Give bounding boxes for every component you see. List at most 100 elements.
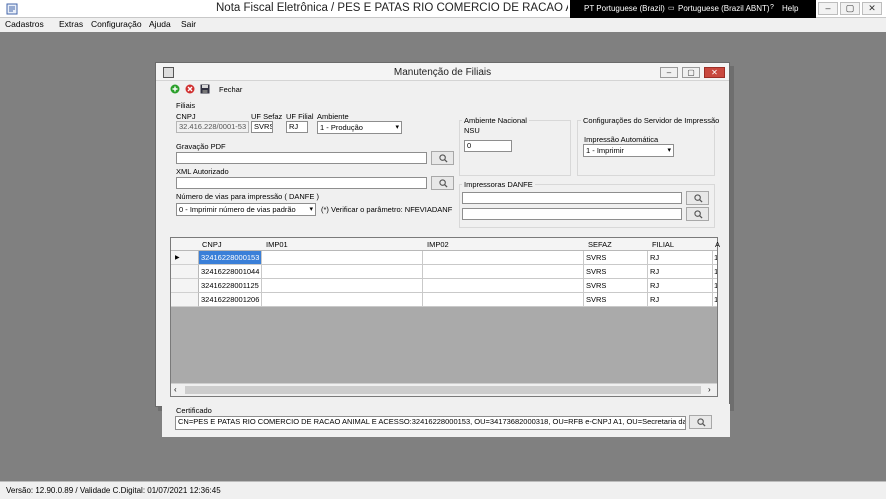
cell-imp02[interactable]	[423, 293, 584, 306]
cell-sefaz[interactable]: SVRS	[584, 251, 648, 264]
scroll-right-icon[interactable]: ›	[708, 385, 711, 394]
cell-extra[interactable]: 1	[713, 251, 717, 264]
gravacao-pdf-label: Gravação PDF	[176, 142, 226, 151]
row-header[interactable]: ▶	[171, 251, 199, 265]
menu-extras[interactable]: Extras	[59, 19, 83, 29]
uf-filial-field[interactable]: RJ	[286, 121, 308, 133]
dialog-maximize-button[interactable]: ▢	[682, 67, 700, 78]
printer-1-search-button[interactable]	[686, 191, 709, 205]
table-row[interactable]: 32416228001125 SVRS RJ 1	[199, 279, 717, 293]
filiais-grid[interactable]: CNPJ IMP01 IMP02 SEFAZ FILIAL A ▶ 324162…	[170, 237, 720, 397]
cell-filial[interactable]: RJ	[648, 251, 713, 264]
cell-filial[interactable]: RJ	[648, 293, 713, 306]
menu-sair[interactable]: Sair	[181, 19, 196, 29]
cell-extra[interactable]: 1	[713, 293, 717, 306]
row-header[interactable]	[171, 265, 199, 279]
cell-cnpj[interactable]: 32416228001044	[199, 265, 262, 278]
dialog-minimize-button[interactable]: –	[660, 67, 678, 78]
dialog-title: Manutenção de Filiais	[393, 67, 492, 78]
printer-1-field[interactable]	[462, 192, 682, 204]
cell-imp02[interactable]	[423, 279, 584, 292]
table-row[interactable]: 32416228001206 SVRS RJ 1	[199, 293, 717, 307]
row-header[interactable]	[171, 293, 199, 307]
cell-imp02[interactable]	[423, 265, 584, 278]
column-header-filial[interactable]: FILIAL	[652, 240, 674, 249]
ambiente-nacional-title: Ambiente Nacional	[462, 116, 529, 125]
scroll-left-icon[interactable]: ‹	[174, 385, 177, 394]
close-button[interactable]: ✕	[862, 2, 882, 15]
cancel-icon[interactable]	[185, 84, 195, 94]
column-header-imp01[interactable]: IMP01	[266, 240, 288, 249]
xml-search-button[interactable]	[431, 176, 454, 190]
cnpj-field[interactable]: 32.416.228/0001-53	[176, 121, 249, 133]
xml-autorizado-field[interactable]	[176, 177, 427, 189]
cell-imp01[interactable]	[262, 293, 423, 306]
cell-extra[interactable]: 1	[713, 279, 717, 292]
scroll-thumb[interactable]	[185, 386, 701, 394]
add-icon[interactable]	[170, 84, 180, 94]
fechar-button[interactable]: Fechar	[219, 85, 242, 94]
current-row-indicator: ▶	[175, 255, 180, 261]
grid-header: CNPJ IMP01 IMP02 SEFAZ FILIAL A	[171, 238, 720, 251]
chevron-down-icon: ▾	[395, 124, 399, 131]
language-bar: PT Portuguese (Brazil) ▭ Portuguese (Bra…	[570, 0, 816, 18]
certificado-field[interactable]: CN=PES E PATAS RIO COMERCIO DE RACAO ANI…	[175, 416, 686, 430]
ambiente-label: Ambiente	[317, 112, 349, 121]
cell-imp01[interactable]	[262, 251, 423, 264]
dialog-close-button[interactable]: ✕	[704, 67, 725, 78]
column-header-sefaz[interactable]: SEFAZ	[588, 240, 612, 249]
vias-select[interactable]: 0 - Imprimir número de vias padrão ▾	[176, 203, 316, 216]
menu-cadastros[interactable]: Cadastros	[5, 19, 44, 29]
cell-sefaz[interactable]: SVRS	[584, 265, 648, 278]
cell-imp02[interactable]	[423, 251, 584, 264]
gravacao-search-button[interactable]	[431, 151, 454, 165]
column-header-cnpj[interactable]: CNPJ	[202, 240, 222, 249]
cell-imp01[interactable]	[262, 265, 423, 278]
certificado-search-button[interactable]	[689, 415, 712, 429]
impressao-automatica-select[interactable]: 1 - Imprimir ▾	[583, 144, 674, 157]
search-icon	[694, 194, 703, 203]
menu-ajuda[interactable]: Ajuda	[149, 19, 171, 29]
row-header[interactable]	[171, 279, 199, 293]
status-bar: Versão: 12.90.0.89 / Validade C.Digital:…	[0, 481, 886, 499]
save-icon[interactable]	[200, 84, 210, 94]
table-row[interactable]: 32416228001044 SVRS RJ 1	[199, 265, 717, 279]
keyboard-icon: ▭	[668, 5, 675, 12]
grid-horizontal-scrollbar[interactable]: ‹ ›	[171, 383, 717, 396]
cell-imp01[interactable]	[262, 279, 423, 292]
help-circle-icon: ?	[770, 4, 774, 11]
printer-2-search-button[interactable]	[686, 207, 709, 221]
cnpj-label: CNPJ	[176, 112, 196, 121]
cell-extra[interactable]: 1	[713, 265, 717, 278]
dialog-title-bar: Manutenção de Filiais – ▢ ✕	[156, 63, 729, 81]
printer-2-field[interactable]	[462, 208, 682, 220]
keyboard-layout[interactable]: Portuguese (Brazil ABNT)	[678, 4, 770, 13]
impressao-automatica-value: 1 - Imprimir	[586, 146, 624, 155]
language-pt[interactable]: PT Portuguese (Brazil)	[584, 4, 665, 13]
cell-filial[interactable]: RJ	[648, 265, 713, 278]
cell-filial[interactable]: RJ	[648, 279, 713, 292]
menu-configuracao[interactable]: Configuração	[91, 19, 142, 29]
cell-cnpj[interactable]: 32416228000153	[199, 251, 262, 264]
ambiente-select[interactable]: 1 - Produção ▾	[317, 121, 402, 134]
help-item[interactable]: Help	[782, 4, 798, 13]
cell-sefaz[interactable]: SVRS	[584, 293, 648, 306]
filiais-dialog: Manutenção de Filiais – ▢ ✕ Fechar Filia…	[155, 62, 730, 407]
cell-cnpj[interactable]: 32416228001125	[199, 279, 262, 292]
nsu-label: NSU	[464, 126, 480, 135]
cell-cnpj[interactable]: 32416228001206	[199, 293, 262, 306]
nsu-field[interactable]: 0	[464, 140, 512, 152]
impressoras-danfe-title: Impressoras DANFE	[462, 180, 535, 189]
status-text: Versão: 12.90.0.89 / Validade C.Digital:…	[6, 486, 221, 495]
app-icon	[6, 3, 18, 15]
gravacao-pdf-field[interactable]	[176, 152, 427, 164]
column-header-imp02[interactable]: IMP02	[427, 240, 449, 249]
chevron-down-icon: ▾	[667, 147, 671, 154]
maximize-button[interactable]: ▢	[840, 2, 860, 15]
cell-sefaz[interactable]: SVRS	[584, 279, 648, 292]
table-row[interactable]: 32416228000153 SVRS RJ 1	[199, 251, 717, 265]
column-header-extra[interactable]: A	[715, 240, 720, 249]
app-title-bar: Nota Fiscal Eletrônica / PES E PATAS RIO…	[0, 0, 886, 18]
minimize-button[interactable]: –	[818, 2, 838, 15]
uf-sefaz-field[interactable]: SVRS	[251, 121, 273, 133]
